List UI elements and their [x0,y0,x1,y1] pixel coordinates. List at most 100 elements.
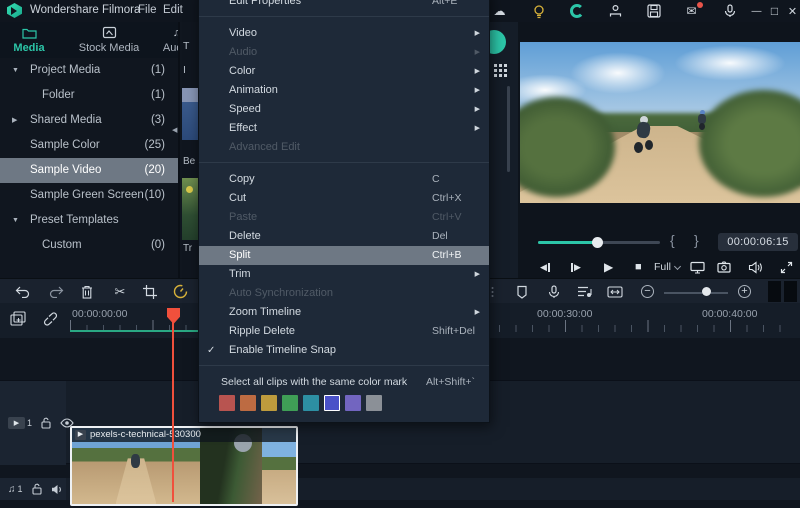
color-swatch[interactable] [282,395,298,411]
microphone-title-icon[interactable] [721,3,738,19]
minimize-button[interactable]: — [748,3,765,19]
media-scrollbar[interactable] [507,86,510,172]
folder-tab-icon [0,25,61,40]
menu-item-cut[interactable]: Cut Ctrl+X [199,189,489,208]
item-count: (3) [150,114,165,126]
record-voiceover-icon[interactable] [544,282,564,301]
zoom-out-icon[interactable]: − [641,285,654,298]
media-thumbnail-sliver[interactable] [182,178,198,240]
lightbulb-icon[interactable] [530,3,547,19]
crop-icon[interactable] [140,282,160,301]
expander-icon[interactable]: ▶ [12,108,24,133]
fullscreen-icon[interactable] [780,261,793,274]
preview-panel: { } 00:00:06:15 ◀ ▶ ▶ ■ Full [518,22,800,278]
save-icon[interactable] [645,3,662,19]
item-count: (1) [150,64,165,76]
sidebar-item-sample-color[interactable]: Sample Color (25) [0,133,178,158]
mark-in-icon[interactable]: { [670,232,675,248]
chevron-down-icon [673,262,681,270]
menu-item-delete[interactable]: Delete Del [199,227,489,246]
color-swatch[interactable] [261,395,277,411]
maximize-button[interactable]: □ [766,3,783,19]
audio-mixer-icon[interactable] [574,282,594,301]
menu-item-enable-timeline-snap[interactable]: ✓ Enable Timeline Snap [199,341,489,360]
manage-tracks-icon[interactable] [8,309,28,328]
timeline-zoom-slider[interactable] [664,292,728,294]
menu-item-color[interactable]: Color ▶ [199,62,489,81]
stop-button[interactable]: ■ [635,261,642,273]
menu-item-ripple-delete[interactable]: Ripple Delete Shift+Del [199,322,489,341]
redo-icon[interactable] [47,282,67,301]
speed-icon[interactable] [170,282,190,301]
menu-item-shortcut: Ctrl+B [432,249,462,261]
snapshot-camera-icon[interactable] [717,261,731,273]
lock-icon[interactable] [41,417,51,429]
sidebar-item-label: Custom [42,239,82,251]
menu-item-edit-properties[interactable]: Edit Properties Alt+E [199,0,489,11]
marker-icon[interactable] [512,282,532,301]
tab-stock-media[interactable]: Stock Media [70,25,148,54]
tab-media[interactable]: Media [0,25,61,54]
track-size-button[interactable] [768,281,781,302]
sidebar-item-preset-templates[interactable]: ▼ Preset Templates [0,208,178,233]
sidebar-item-project-media[interactable]: ▼ Project Media (1) [0,58,178,83]
menu-item-zoom-timeline[interactable]: Zoom Timeline ▶ [199,303,489,322]
seek-thumb[interactable] [592,237,603,248]
playhead-line [172,322,174,502]
menu-item-label: Enable Timeline Snap [229,344,337,356]
timeline-zoom-thumb[interactable] [702,287,711,296]
menu-item-effect[interactable]: Effect ▶ [199,119,489,138]
color-swatch[interactable] [324,395,340,411]
menu-item-select-all-clips-with-the-same-color-mark[interactable]: Select all clips with the same color mar… [199,373,489,392]
expander-icon[interactable]: ▼ [12,58,24,83]
collapse-arrow-icon[interactable]: ◀ [172,126,177,134]
speaker-icon[interactable] [51,484,64,495]
previous-frame-button[interactable]: ◀ [540,262,551,273]
fit-timeline-icon[interactable] [605,282,625,301]
undo-icon[interactable] [12,282,32,301]
color-swatch[interactable] [219,395,235,411]
menu-edit[interactable]: Edit [163,4,183,16]
media-thumbnail-sliver[interactable] [182,88,198,140]
menu-item-copy[interactable]: Copy C [199,170,489,189]
lock-icon[interactable] [31,483,42,495]
delete-trash-icon[interactable] [77,282,97,301]
mark-out-icon[interactable]: } [694,232,699,248]
account-icon[interactable] [607,3,624,19]
sidebar-item-sample-green-screen[interactable]: Sample Green Screen (10) [0,183,178,208]
play-button[interactable]: ▶ [604,260,613,274]
menu-item-speed[interactable]: Speed ▶ [199,100,489,119]
tab-t-partial[interactable]: T [183,40,189,52]
color-swatch[interactable] [345,395,361,411]
link-icon[interactable] [40,309,60,328]
menu-item-label: Animation [229,84,278,96]
next-frame-button[interactable]: ▶ [570,262,581,273]
color-swatch[interactable] [303,395,319,411]
sidebar-item-custom[interactable]: Custom (0) [0,233,178,258]
fit-select[interactable]: Full [654,261,681,273]
timeline-clip[interactable]: ▶ pexels-c-technical-530300 [70,426,298,506]
sidebar-item-sample-video[interactable]: Sample Video (20) [0,158,178,183]
headset-icon[interactable] [568,3,585,19]
close-button[interactable]: ✕ [784,3,800,19]
menu-item-animation[interactable]: Animation ▶ [199,81,489,100]
menu-item-video[interactable]: Video ▶ [199,24,489,43]
zoom-in-icon[interactable]: + [738,285,751,298]
split-scissors-icon[interactable]: ✂ [110,282,130,301]
item-count: (25) [144,139,165,151]
menu-file[interactable]: File [138,4,157,16]
sidebar-item-folder[interactable]: Folder (1) [0,83,178,108]
cloud-icon[interactable]: ☁ [491,3,508,19]
menu-item-trim[interactable]: Trim ▶ [199,265,489,284]
grid-view-icon[interactable] [494,64,507,77]
sidebar-item-shared-media[interactable]: ▶ Shared Media (3) [0,108,178,133]
menu-item-split[interactable]: Split Ctrl+B [199,246,489,265]
volume-icon[interactable] [748,260,763,274]
menu-item-label: Edit Properties [229,0,302,7]
track-size-button[interactable] [784,281,797,302]
color-swatch[interactable] [366,395,382,411]
seek-bar[interactable] [538,237,660,248]
expander-icon[interactable]: ▼ [12,208,24,233]
color-swatch[interactable] [240,395,256,411]
display-device-icon[interactable] [690,261,705,274]
